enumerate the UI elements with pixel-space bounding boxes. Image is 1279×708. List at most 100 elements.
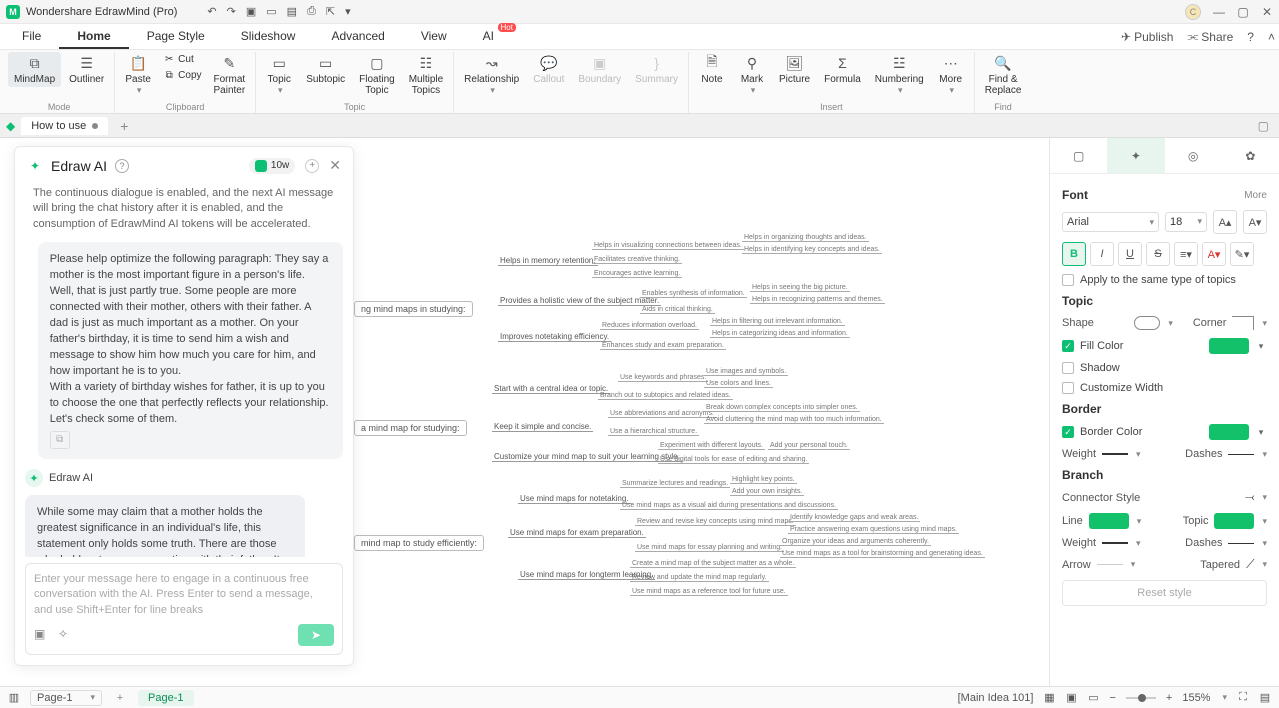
ai-input[interactable]: Enter your message here to engage in a c…: [34, 572, 334, 618]
branch-arrow-select[interactable]: [1097, 564, 1123, 565]
canvas[interactable]: ✦ Edraw AI ? 10w + ✕ The continuous dial…: [0, 138, 1049, 686]
menu-advanced[interactable]: Advanced: [313, 25, 402, 49]
mindmap[interactable]: ng mind maps in studying: Helps in memor…: [360, 248, 1039, 676]
paste-button[interactable]: 📋Paste▾: [119, 52, 157, 98]
help-icon[interactable]: ?: [1247, 30, 1254, 44]
numbering-button[interactable]: ☳Numbering▾: [869, 52, 930, 98]
mm-leaf[interactable]: Helps in recognizing patterns and themes…: [750, 296, 885, 304]
panel-tab-mark[interactable]: ◎: [1165, 138, 1222, 173]
add-tab-button[interactable]: +: [114, 118, 134, 134]
branch-dashes-select[interactable]: [1228, 543, 1254, 544]
zoom-slider[interactable]: [1126, 697, 1156, 699]
share-button[interactable]: ⫘Share: [1187, 29, 1233, 44]
sb-fit-icon[interactable]: ▭: [1087, 692, 1099, 704]
mm-leaf[interactable]: Helps in filtering out irrelevant inform…: [710, 318, 845, 326]
mm-leaf[interactable]: Review and update the mind map regularly…: [630, 574, 769, 582]
font-decrease-button[interactable]: A▾: [1243, 210, 1267, 234]
mm-leaf[interactable]: Encourages active learning.: [592, 270, 682, 278]
new-icon[interactable]: ▣: [246, 5, 256, 18]
mm-subtopic[interactable]: Keep it simple and concise.: [492, 422, 593, 432]
mark-button[interactable]: ⚲Mark▾: [733, 52, 771, 98]
mm-leaf[interactable]: Organize your ideas and arguments cohere…: [780, 538, 931, 546]
cut-button[interactable]: ✂Cut: [159, 52, 205, 66]
mm-leaf[interactable]: Use images and symbols.: [704, 368, 788, 376]
menu-ai[interactable]: AIHot: [465, 25, 512, 49]
publish-button[interactable]: ✈Publish: [1121, 30, 1173, 44]
mm-leaf[interactable]: Create a mind map of the subject matter …: [630, 560, 796, 568]
menu-page-style[interactable]: Page Style: [129, 25, 223, 49]
corner-selector[interactable]: [1232, 316, 1254, 330]
menu-file[interactable]: File: [4, 25, 59, 49]
mm-leaf[interactable]: Enhances study and exam preparation.: [600, 342, 726, 350]
note-button[interactable]: 🗎Note: [693, 52, 731, 87]
mm-leaf[interactable]: Enables synthesis of information.: [640, 290, 747, 298]
mm-leaf[interactable]: Aids in critical thinking.: [640, 306, 715, 314]
mm-main-topic[interactable]: mind map to study efficiently:: [354, 535, 484, 551]
page-tab[interactable]: Page-1: [138, 690, 193, 706]
mindmap-mode-button[interactable]: ⧉MindMap: [8, 52, 61, 87]
zoom-out-button[interactable]: −: [1109, 692, 1115, 704]
mm-leaf[interactable]: Add your own insights.: [730, 488, 804, 496]
mm-leaf[interactable]: Use a hierarchical structure.: [608, 428, 699, 436]
tabs-overflow-icon[interactable]: ▢: [1258, 119, 1273, 133]
font-increase-button[interactable]: A▴: [1213, 210, 1237, 234]
fullscreen-icon[interactable]: ⛶: [1237, 692, 1249, 704]
mm-subtopic[interactable]: Provides a holistic view of the subject …: [498, 296, 661, 306]
mm-leaf[interactable]: Use mind maps for essay planning and wri…: [635, 544, 784, 552]
mm-leaf[interactable]: Helps in organizing thoughts and ideas.: [742, 234, 869, 242]
sb-panel-icon[interactable]: ▥: [8, 692, 20, 704]
user-avatar[interactable]: C: [1185, 4, 1201, 20]
mm-leaf[interactable]: Use abbreviations and acronyms.: [608, 410, 716, 418]
mm-leaf[interactable]: Summarize lectures and readings.: [620, 480, 730, 488]
font-more-link[interactable]: More: [1244, 190, 1267, 201]
fill-color-swatch[interactable]: [1209, 338, 1249, 354]
panel-tab-layout[interactable]: ▢: [1050, 138, 1107, 173]
ai-token-pill[interactable]: 10w: [249, 158, 295, 174]
undo-icon[interactable]: ↶: [207, 5, 216, 18]
mm-leaf[interactable]: Helps in visualizing connections between…: [592, 242, 744, 250]
ai-send-button[interactable]: ➤: [298, 624, 334, 646]
mm-main-topic[interactable]: a mind map for studying:: [354, 420, 467, 436]
picture-button[interactable]: 🖼Picture: [773, 52, 816, 87]
branch-tapered-select[interactable]: ⟋: [1246, 557, 1254, 572]
bold-button[interactable]: B: [1062, 242, 1086, 266]
mm-subtopic[interactable]: Use mind maps for notetaking.: [518, 494, 631, 504]
highlight-button[interactable]: ✎▾: [1230, 242, 1254, 266]
menu-view[interactable]: View: [403, 25, 465, 49]
menu-home[interactable]: Home: [59, 25, 128, 49]
font-size-select[interactable]: 18▾: [1165, 212, 1207, 232]
mm-subtopic[interactable]: Helps in memory retention.: [498, 256, 598, 266]
subtopic-button[interactable]: ▭Subtopic: [300, 52, 351, 87]
mm-leaf[interactable]: Add your personal touch.: [768, 442, 850, 450]
mm-leaf[interactable]: Use colors and lines.: [704, 380, 773, 388]
mm-subtopic[interactable]: Improves notetaking efficiency.: [498, 332, 611, 342]
mm-leaf[interactable]: Highlight key points.: [730, 476, 797, 484]
copy-message-button[interactable]: ⧉: [50, 431, 70, 449]
export-icon[interactable]: ⇱: [326, 5, 335, 18]
mm-main-topic[interactable]: ng mind maps in studying:: [354, 301, 473, 317]
mm-leaf[interactable]: Helps in identifying key concepts and id…: [742, 246, 882, 254]
ai-close-button[interactable]: ✕: [329, 157, 341, 174]
branch-weight-select[interactable]: [1102, 542, 1128, 544]
mm-leaf[interactable]: Use digital tools for ease of editing an…: [658, 456, 809, 464]
mm-leaf[interactable]: Identify knowledge gaps and weak areas.: [788, 514, 920, 522]
customize-width-checkbox[interactable]: [1062, 382, 1074, 394]
mm-leaf[interactable]: Use mind maps as a reference tool for fu…: [630, 588, 788, 596]
mm-leaf[interactable]: Helps in categorizing ideas and informat…: [710, 330, 850, 338]
floating-topic-button[interactable]: ▢Floating Topic: [353, 52, 401, 98]
save-icon[interactable]: ▤: [287, 5, 297, 18]
mm-leaf[interactable]: Experiment with different layouts.: [658, 442, 765, 450]
reset-style-button[interactable]: Reset style: [1062, 580, 1267, 606]
find-replace-button[interactable]: 🔍Find & Replace: [979, 52, 1028, 98]
formula-button[interactable]: ΣFormula: [818, 52, 867, 87]
print-icon[interactable]: ⎙: [307, 5, 316, 18]
mm-leaf[interactable]: Review and revise key concepts using min…: [635, 518, 796, 526]
sb-grid-icon[interactable]: ▦: [1043, 692, 1055, 704]
zoom-value[interactable]: 155%: [1182, 692, 1210, 704]
ai-add-button[interactable]: +: [305, 159, 319, 173]
maximize-button[interactable]: ▢: [1237, 6, 1249, 18]
mm-leaf[interactable]: Branch out to subtopics and related idea…: [598, 392, 733, 400]
page-selector[interactable]: Page-1▾: [30, 690, 102, 706]
open-icon[interactable]: ▭: [266, 5, 276, 18]
mm-subtopic[interactable]: Customize your mind map to suit your lea…: [492, 452, 682, 462]
